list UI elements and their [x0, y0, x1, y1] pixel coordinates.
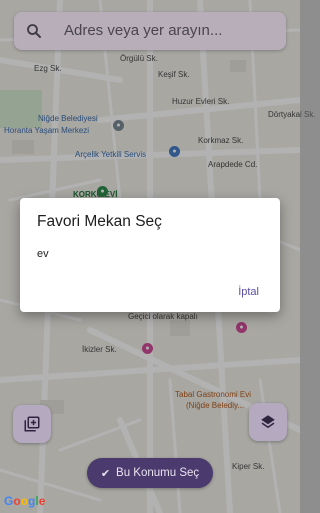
dialog-title: Favori Mekan Seç — [37, 213, 162, 230]
favorite-place-dialog: Favori Mekan Seç ev İptal — [20, 198, 280, 312]
search-input[interactable]: Adres veya yer arayın... — [64, 22, 222, 39]
layers-icon — [261, 415, 275, 429]
layers-button[interactable] — [249, 403, 287, 441]
google-logo: Google — [4, 494, 46, 508]
add-place-icon — [24, 416, 40, 432]
search-bar[interactable]: Adres veya yer arayın... — [14, 12, 286, 50]
confirm-location-label: Bu Konumu Seç — [116, 467, 200, 479]
favorite-place-item[interactable]: ev — [37, 248, 49, 260]
check-icon: ✔ — [100, 467, 111, 480]
add-place-button[interactable] — [13, 405, 51, 443]
search-icon — [27, 24, 41, 38]
confirm-location-button[interactable]: ✔ Bu Konumu Seç — [87, 458, 213, 488]
cancel-button[interactable]: İptal — [238, 286, 259, 298]
